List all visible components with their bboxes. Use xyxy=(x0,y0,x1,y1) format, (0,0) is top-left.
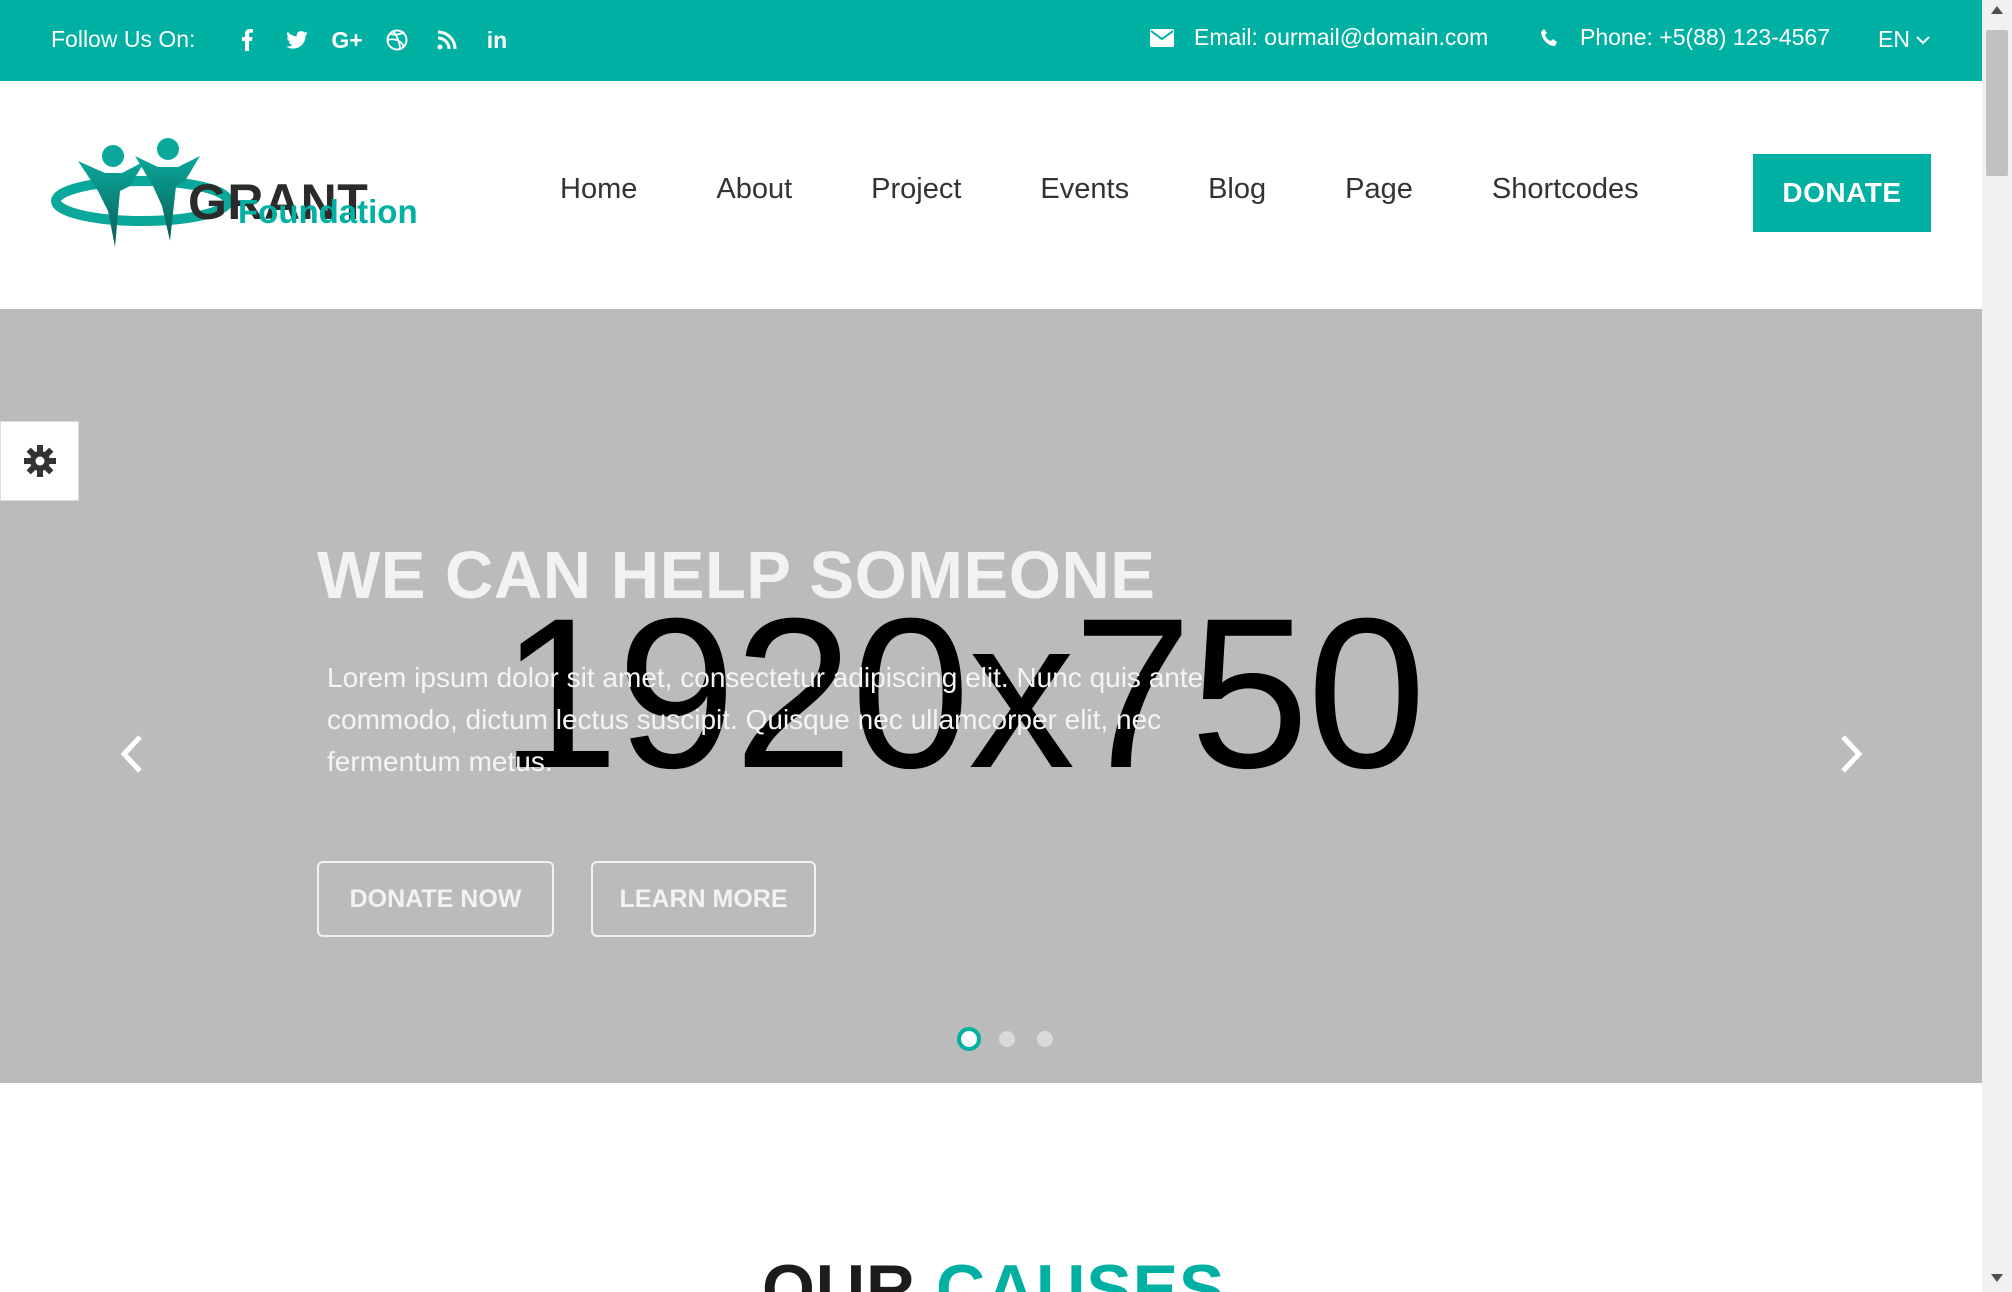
section-title-part2: CAUSES xyxy=(936,1251,1226,1292)
page: Follow Us On: G+ in Email: ourmail@domai… xyxy=(0,0,1982,1292)
language-label: EN xyxy=(1878,26,1910,52)
phone-contact[interactable]: Phone: +5(88) 123-4567 xyxy=(1540,24,1830,51)
phone-icon xyxy=(1541,28,1557,46)
section-title: OUR CAUSES xyxy=(762,1250,1225,1292)
hero-title: WE CAN HELP SOMEONE xyxy=(317,538,1156,613)
slider-dots xyxy=(957,1027,1057,1051)
scroll-down-arrow-icon[interactable] xyxy=(1991,1274,2003,1282)
nav-events[interactable]: Events xyxy=(1040,173,1129,206)
twitter-icon[interactable] xyxy=(272,22,322,58)
logo-subtitle: Foundation xyxy=(238,193,418,230)
nav-blog[interactable]: Blog xyxy=(1208,173,1266,206)
nav-home[interactable]: Home xyxy=(560,173,637,206)
section-title-part1: OUR xyxy=(762,1251,917,1292)
nav-shortcodes[interactable]: Shortcodes xyxy=(1492,173,1639,206)
social-links: G+ in xyxy=(222,22,522,58)
donate-now-button[interactable]: DONATE NOW xyxy=(317,861,554,937)
nav-project[interactable]: Project xyxy=(871,173,961,206)
page-scrollbar[interactable] xyxy=(1982,0,2012,1292)
envelope-icon xyxy=(1150,28,1174,47)
slider-dot-3[interactable] xyxy=(1033,1027,1057,1051)
learn-more-button[interactable]: LEARN MORE xyxy=(591,861,816,937)
prev-slide-arrow-icon[interactable] xyxy=(112,729,152,779)
email-text: Email: ourmail@domain.com xyxy=(1194,24,1489,50)
scrollbar-thumb[interactable] xyxy=(1986,30,2008,176)
phone-text: Phone: +5(88) 123-4567 xyxy=(1580,24,1831,50)
settings-toggle[interactable] xyxy=(0,421,79,501)
top-bar: Follow Us On: G+ in Email: ourmail@domai… xyxy=(0,0,1982,81)
chevron-down-icon xyxy=(1916,35,1930,44)
dribbble-icon[interactable] xyxy=(372,22,422,58)
hero-description: Lorem ipsum dolor sit amet, consectetur … xyxy=(327,662,1204,777)
slider-dot-1[interactable] xyxy=(957,1027,981,1051)
google-plus-icon[interactable]: G+ xyxy=(322,22,372,58)
next-slide-arrow-icon[interactable] xyxy=(1831,729,1871,779)
linkedin-icon[interactable]: in xyxy=(472,22,522,58)
nav-about[interactable]: About xyxy=(716,173,792,206)
facebook-icon[interactable] xyxy=(222,22,272,58)
gear-icon xyxy=(23,445,56,477)
main-nav: Home About Project Events Blog Page Shor… xyxy=(560,173,1639,206)
rss-icon[interactable] xyxy=(422,22,472,58)
slider-dot-2[interactable] xyxy=(995,1027,1019,1051)
language-selector[interactable]: EN xyxy=(1878,26,1930,53)
site-header: GRANT Foundation Home About Project Even… xyxy=(0,81,1982,309)
scroll-up-arrow-icon[interactable] xyxy=(1991,6,2003,14)
donate-button[interactable]: DONATE xyxy=(1753,154,1931,232)
follow-us-label: Follow Us On: xyxy=(51,26,196,52)
email-contact[interactable]: Email: ourmail@domain.com xyxy=(1150,24,1488,51)
nav-page[interactable]: Page xyxy=(1345,173,1413,206)
hero-slider: 1920x750 WE CAN HELP SOMEONE Lorem ipsum… xyxy=(0,309,1982,1083)
